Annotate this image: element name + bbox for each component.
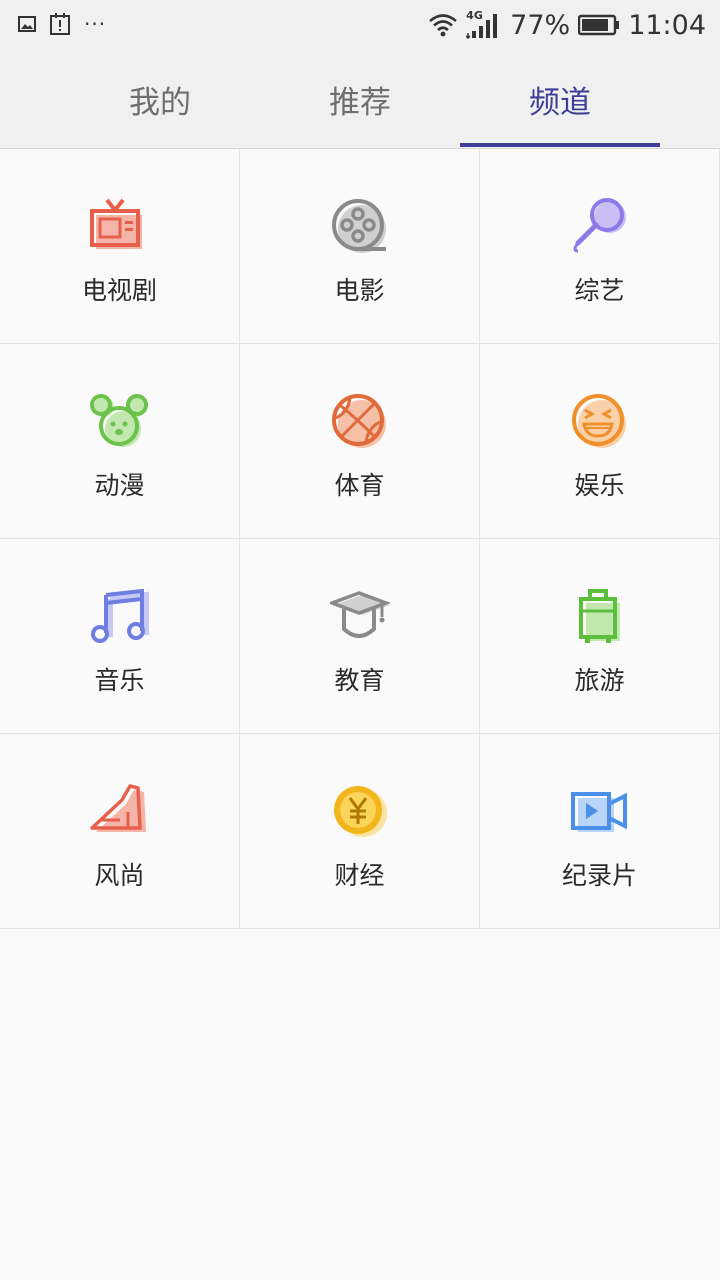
channel-entertainment[interactable]: 娱乐 (480, 344, 720, 539)
microphone-icon (573, 198, 626, 253)
status-bar: ··· 4G 77% 11:04 (0, 0, 720, 50)
tab-mine[interactable]: 我的 (60, 50, 260, 148)
tab-recommend[interactable]: 推荐 (260, 50, 460, 148)
cellular-signal-icon: 4G (466, 9, 502, 39)
image-icon (18, 16, 36, 32)
channel-label: 综艺 (574, 276, 625, 305)
wifi-icon (429, 14, 458, 37)
channel-variety[interactable]: 综艺 (480, 149, 720, 344)
channel-label: 娱乐 (574, 471, 625, 500)
channel-label: 音乐 (94, 666, 145, 695)
film-reel-icon (332, 199, 386, 253)
channel-sports[interactable]: 体育 (240, 344, 480, 539)
channel-label: 纪录片 (561, 861, 637, 890)
mouse-head-icon (90, 394, 148, 447)
laughing-face-icon (572, 394, 626, 448)
music-note-icon (91, 588, 149, 643)
channel-label: 电影 (334, 276, 385, 305)
battery-icon (578, 14, 620, 36)
channel-label: 财经 (334, 861, 385, 890)
channel-label: 旅游 (574, 666, 625, 695)
yen-coin-icon (334, 786, 387, 837)
more-dots-icon: ··· (84, 12, 107, 36)
notification-icon (50, 13, 70, 35)
channel-finance[interactable]: 财经 (240, 734, 480, 929)
channel-music[interactable]: 音乐 (0, 539, 240, 734)
channel-documentary[interactable]: 纪录片 (480, 734, 720, 929)
basketball-icon (332, 394, 386, 448)
video-camera-icon (571, 792, 627, 832)
graduation-cap-icon (330, 591, 390, 638)
clock: 11:04 (628, 9, 706, 41)
channel-movies[interactable]: 电影 (240, 149, 480, 344)
channel-label: 体育 (334, 471, 385, 500)
channel-label: 电视剧 (81, 276, 157, 305)
battery-percent: 77% (510, 9, 571, 41)
tab-bar: 我的 推荐 频道 (0, 50, 720, 149)
active-tab-indicator (460, 143, 660, 147)
tv-icon (90, 198, 142, 249)
channel-tv-series[interactable]: 电视剧 (0, 149, 240, 344)
channel-label: 动漫 (94, 471, 145, 500)
tab-channels[interactable]: 频道 (460, 50, 660, 148)
high-heel-icon (90, 784, 146, 832)
channel-anime[interactable]: 动漫 (0, 344, 240, 539)
channel-travel[interactable]: 旅游 (480, 539, 720, 734)
channel-label: 教育 (334, 666, 385, 695)
channel-fashion[interactable]: 风尚 (0, 734, 240, 929)
channel-label: 风尚 (94, 861, 145, 890)
luggage-icon (579, 589, 620, 643)
channel-education[interactable]: 教育 (240, 539, 480, 734)
